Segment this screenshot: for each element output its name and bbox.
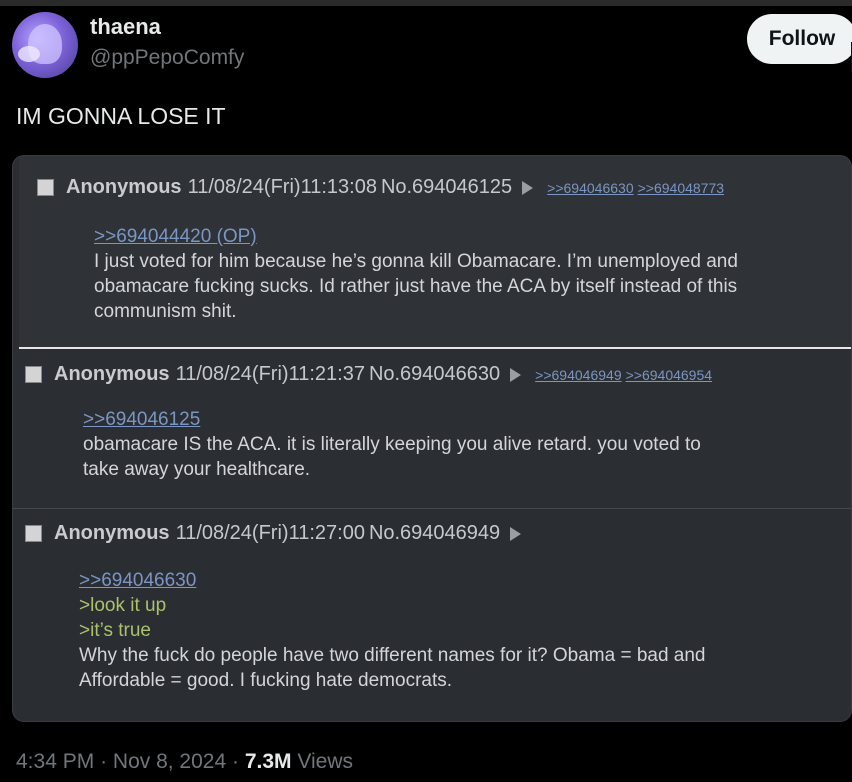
post-text-line: obamacare IS the ACA. it is literally ke… [83, 434, 701, 455]
post-datetime: 11/08/24(Fri)11:13:08 [187, 176, 377, 198]
user-handle[interactable]: @ppPepoComfy [90, 46, 244, 70]
menu-arrow-icon [522, 180, 534, 195]
post-checkbox [25, 366, 42, 383]
tweet-time[interactable]: 4:34 PM [16, 750, 94, 773]
post-checkbox [37, 179, 54, 196]
post-body: >>694046125 obamacare IS the ACA. it is … [83, 407, 701, 482]
window-top-edge [0, 0, 852, 6]
quote-link: >>694044420 (OP) [94, 226, 257, 247]
post-3: Anonymous 11/08/24(Fri)11:27:00 No.69404… [13, 510, 851, 721]
separator: · [100, 750, 108, 773]
tweet-media-image[interactable]: Anonymous 11/08/24(Fri)11:13:08 No.69404… [12, 155, 852, 722]
tweet-footer: 4:34 PM · Nov 8, 2024 · 7.3M Views [16, 750, 353, 774]
poster-name: Anonymous [54, 363, 170, 385]
post-text-line: Why the fuck do people have two differen… [79, 645, 706, 666]
reply-link: >>694046949 [535, 366, 622, 383]
post-text-line: obamacare fucking sucks. Id rather just … [94, 276, 738, 297]
post-number: No.694046125 [380, 176, 513, 198]
poster-name: Anonymous [66, 176, 182, 198]
post-number: No.694046949 [368, 522, 501, 544]
post-number: No.694046630 [368, 363, 501, 385]
post-meta: Anonymous 11/08/24(Fri)11:13:08 No.69404… [37, 176, 728, 199]
poster-name: Anonymous [54, 522, 170, 544]
reply-link: >>694046630 [547, 179, 634, 196]
tweet-text: IM GONNA LOSE IT [16, 103, 226, 129]
greentext-line: >look it up [79, 595, 167, 616]
quote-link: >>694046630 [79, 570, 197, 591]
views-count: 7.3M [244, 750, 292, 773]
reply-link: >>694048773 [637, 179, 725, 196]
post-body: >>694046630 >look it up >it’s true Why t… [79, 568, 706, 693]
views-label: Views [297, 750, 354, 773]
post-text-line: communism shit. [94, 301, 237, 322]
avatar[interactable] [12, 12, 78, 78]
reply-link: >>694046954 [625, 366, 713, 383]
menu-arrow-icon [510, 367, 522, 382]
post-2: Anonymous 11/08/24(Fri)11:21:37 No.69404… [13, 351, 851, 509]
avatar-hand [18, 46, 40, 62]
quote-link: >>694046125 [83, 409, 201, 430]
post-text-line: Affordable = good. I fucking hate democr… [79, 670, 453, 691]
follow-button[interactable]: Follow [747, 14, 852, 72]
post-meta: Anonymous 11/08/24(Fri)11:27:00 No.69404… [25, 522, 535, 545]
post-text-line: I just voted for him because he’s gonna … [94, 251, 738, 272]
post-1: Anonymous 11/08/24(Fri)11:13:08 No.69404… [19, 156, 851, 349]
tweet-date[interactable]: Nov 8, 2024 [113, 750, 226, 773]
greentext-line: >it’s true [79, 620, 151, 641]
post-datetime: 11/08/24(Fri)11:21:37 [175, 363, 365, 385]
tweet-header: thaena @ppPepoComfy Follow [12, 10, 852, 80]
separator: · [232, 750, 239, 773]
post-text-line: take away your healthcare. [83, 459, 311, 480]
post-datetime: 11/08/24(Fri)11:27:00 [175, 522, 365, 544]
menu-arrow-icon [510, 526, 522, 541]
display-name[interactable]: thaena [90, 14, 161, 40]
post-body: >>694044420 (OP) I just voted for him be… [94, 224, 738, 324]
post-checkbox [25, 525, 42, 542]
post-meta: Anonymous 11/08/24(Fri)11:21:37 No.69404… [25, 363, 716, 386]
